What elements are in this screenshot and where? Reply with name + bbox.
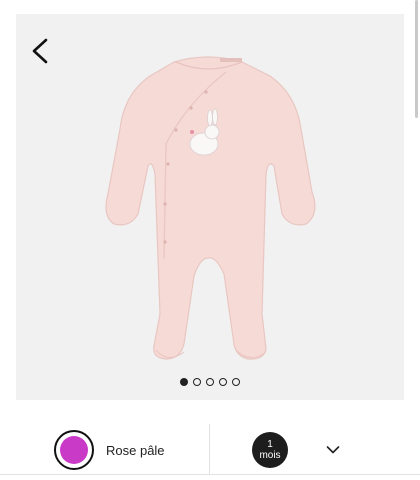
product-image: [16, 14, 404, 400]
scrollbar[interactable]: [415, 0, 418, 118]
carousel-dot-3[interactable]: [206, 378, 214, 386]
color-swatch: [60, 436, 88, 464]
size-selector[interactable]: 1 mois: [252, 432, 352, 468]
carousel-dot-5[interactable]: [232, 378, 240, 386]
size-value: 1: [267, 439, 273, 450]
carousel-dot-4[interactable]: [219, 378, 227, 386]
size-unit: mois: [259, 450, 281, 461]
color-selector[interactable]: Rose pâle: [54, 428, 194, 472]
bottom-divider: [0, 474, 420, 475]
carousel-dot-1[interactable]: [180, 378, 188, 386]
chevron-down-icon[interactable]: [326, 445, 340, 455]
product-options-bar: Rose pâle 1 mois: [0, 424, 420, 476]
options-divider: [209, 424, 210, 474]
product-image-gallery[interactable]: [16, 14, 404, 400]
back-arrow-icon[interactable]: [26, 34, 56, 68]
carousel-pagination: [16, 378, 404, 386]
size-badge: 1 mois: [252, 432, 288, 468]
product-page: Rose pâle 1 mois: [0, 0, 420, 480]
color-swatch-ring: [54, 430, 94, 470]
color-label: Rose pâle: [106, 442, 165, 458]
carousel-dot-2[interactable]: [193, 378, 201, 386]
